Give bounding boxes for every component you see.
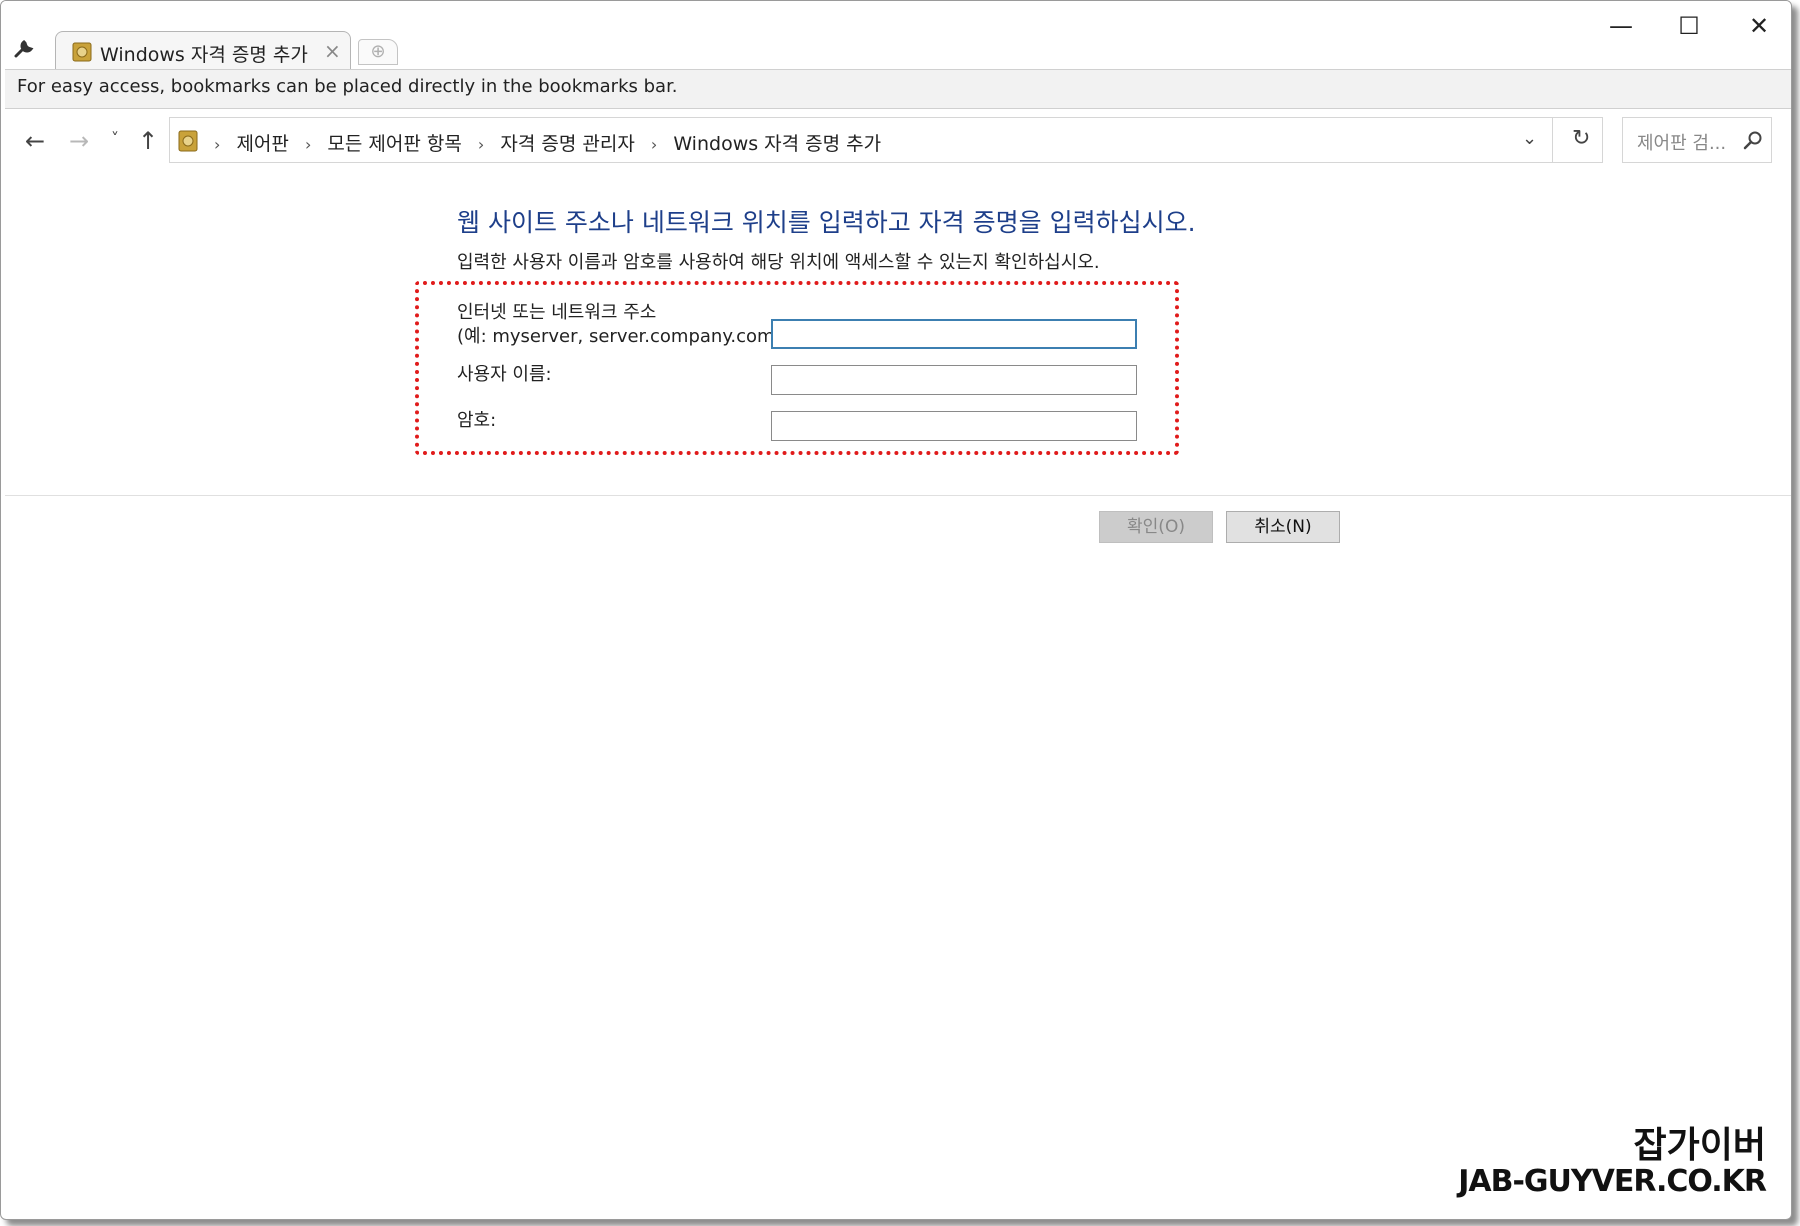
page-title: 웹 사이트 주소나 네트워크 위치를 입력하고 자격 증명을 입력하십시오. <box>457 208 1196 237</box>
breadcrumb-item-add-credential[interactable]: Windows 자격 증명 추가 <box>673 133 881 155</box>
bookmark-bar-message: For easy access, bookmarks can be placed… <box>5 69 1791 109</box>
breadcrumb-item-control-panel[interactable]: 제어판 <box>236 133 288 155</box>
navigation-row: ← → ˅ ↑ › 제어판 › 모든 제어판 항목 › 자격 증명 관리자 › … <box>1 111 1791 169</box>
breadcrumb-separator: › <box>477 135 485 154</box>
search-box[interactable]: 제어판 검... <box>1622 117 1772 163</box>
footer-divider <box>5 495 1791 496</box>
breadcrumb-separator: › <box>304 135 312 154</box>
network-address-input[interactable] <box>771 319 1137 349</box>
page-description: 입력한 사용자 이름과 암호를 사용하여 해당 위치에 액세스할 수 있는지 확… <box>457 252 1100 273</box>
password-input[interactable] <box>771 411 1137 441</box>
maximize-button[interactable]: ☐ <box>1669 11 1709 41</box>
breadcrumb: › 제어판 › 모든 제어판 항목 › 자격 증명 관리자 › Windows … <box>204 129 881 156</box>
recent-locations-icon[interactable]: ˅ <box>111 129 119 148</box>
close-window-button[interactable]: ✕ <box>1739 11 1779 41</box>
chevron-down-icon[interactable]: ⌄ <box>1522 128 1537 149</box>
username-input[interactable] <box>771 365 1137 395</box>
refresh-icon[interactable]: ↻ <box>1572 126 1590 151</box>
search-placeholder: 제어판 검... <box>1637 133 1727 154</box>
ok-button[interactable]: 확인(O) <box>1099 511 1213 543</box>
address-label: 인터넷 또는 네트워크 주소 (예: myserver, server.comp… <box>457 301 788 349</box>
title-bar: Windows 자격 증명 추가 × ⊕ — ☐ ✕ <box>1 1 1791 71</box>
cancel-button[interactable]: 취소(N) <box>1226 511 1340 543</box>
close-tab-icon[interactable]: × <box>324 39 341 63</box>
search-icon[interactable] <box>1743 130 1763 150</box>
breadcrumb-item-credential-manager[interactable]: 자격 증명 관리자 <box>500 133 634 155</box>
breadcrumb-separator: › <box>214 135 221 154</box>
browser-window: Windows 자격 증명 추가 × ⊕ — ☐ ✕ For easy acce… <box>0 0 1792 1220</box>
back-icon[interactable]: ← <box>25 127 45 155</box>
address-label-line1: 인터넷 또는 네트워크 주소 <box>457 302 657 323</box>
minimize-button[interactable]: — <box>1601 11 1641 41</box>
address-divider <box>1552 118 1553 162</box>
tab-credential[interactable]: Windows 자격 증명 추가 × <box>55 31 351 71</box>
tab-title: Windows 자격 증명 추가 <box>100 44 308 66</box>
control-panel-icon <box>178 130 198 152</box>
watermark-url: JAB-GUYVER.CO.KR <box>1458 1164 1767 1199</box>
breadcrumb-separator: › <box>650 135 658 154</box>
control-panel-icon <box>72 42 92 62</box>
new-tab-button[interactable]: ⊕ <box>358 39 398 65</box>
address-bar[interactable]: › 제어판 › 모든 제어판 항목 › 자격 증명 관리자 › Windows … <box>169 117 1603 163</box>
forward-icon[interactable]: → <box>69 127 89 155</box>
up-icon[interactable]: ↑ <box>138 127 158 155</box>
address-label-line2: (예: myserver, server.company.com): <box>457 326 788 347</box>
wrench-icon[interactable] <box>13 37 39 59</box>
watermark-title: 잡가이버 <box>1633 1125 1766 1166</box>
username-label: 사용자 이름: <box>457 364 552 385</box>
password-label: 암호: <box>457 410 497 431</box>
breadcrumb-item-all-items[interactable]: 모든 제어판 항목 <box>327 133 461 155</box>
